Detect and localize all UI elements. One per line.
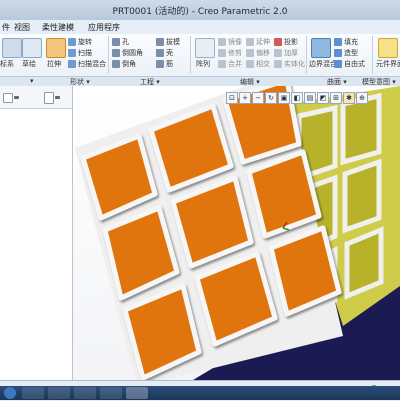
zoom-in-icon[interactable]: + — [239, 92, 251, 104]
graphics-toolbar: ⊡ + − ↻ ▣ ◧ ▤ ◩ ⊞ ✱ ⊕ — [226, 92, 386, 106]
refit-icon[interactable]: ⊡ — [226, 92, 238, 104]
rib-label[interactable]: 筋 — [166, 59, 173, 69]
hole-label[interactable]: 孔 — [122, 37, 129, 47]
separator — [108, 36, 109, 74]
round-label[interactable]: 倒圆角 — [122, 48, 143, 58]
title-bar: PRT0001 (活动的) - Creo Parametric 2.0 — [0, 0, 400, 20]
extend-icon[interactable] — [246, 38, 254, 46]
pattern-label[interactable]: 阵列 — [196, 59, 210, 69]
rib-icon[interactable] — [156, 60, 164, 68]
annotation-display-icon[interactable]: ✱ — [343, 92, 355, 104]
start-button-icon[interactable] — [4, 387, 16, 399]
coord-label: 标系 — [0, 60, 14, 68]
perspective-icon[interactable]: ◩ — [317, 92, 329, 104]
extrude-label: 拉伸 — [47, 60, 61, 68]
dropdown-arrow-icon[interactable] — [55, 96, 60, 99]
offset-icon[interactable] — [246, 49, 254, 57]
mirror-icon[interactable] — [218, 38, 226, 46]
fill-icon[interactable] — [334, 38, 342, 46]
freestyle-label[interactable]: 自由式 — [344, 59, 365, 69]
taskbar-app-creo[interactable] — [126, 387, 148, 399]
intersect-label[interactable]: 相交 — [256, 59, 270, 69]
chamfer-icon[interactable] — [112, 60, 120, 68]
model-tree-toolbar — [0, 86, 72, 109]
tab-view[interactable]: 视图 — [14, 22, 30, 33]
style-icon[interactable] — [334, 49, 342, 57]
group-datum[interactable]: ▾ — [30, 77, 34, 85]
style-label[interactable]: 造型 — [344, 48, 358, 58]
zoom-out-icon[interactable]: − — [252, 92, 264, 104]
spin-center-icon[interactable]: ⊕ — [356, 92, 368, 104]
tab-part[interactable]: 件 — [2, 22, 10, 33]
component-interface-icon[interactable] — [378, 38, 398, 58]
boundary-blend-icon[interactable] — [311, 38, 331, 58]
thicken-label[interactable]: 加厚 — [284, 48, 298, 58]
coordinate-system-icon[interactable] — [2, 38, 22, 58]
freestyle-icon[interactable] — [334, 60, 342, 68]
dropdown-arrow-icon[interactable] — [14, 96, 19, 99]
window-title: PRT0001 (活动的) - Creo Parametric 2.0 — [112, 7, 288, 17]
round-icon[interactable] — [112, 49, 120, 57]
shell-icon[interactable] — [156, 49, 164, 57]
component-interface-label[interactable]: 元件界面 — [376, 59, 400, 69]
sketch-icon[interactable] — [22, 38, 42, 58]
separator — [190, 36, 191, 74]
tab-flexible-modeling[interactable]: 柔性建模 — [42, 22, 74, 33]
separator — [372, 36, 373, 74]
swept-blend-label[interactable]: 扫描混合 — [78, 59, 106, 69]
sweep-icon[interactable] — [68, 49, 76, 57]
intersect-icon[interactable] — [246, 60, 254, 68]
taskbar-app-3[interactable] — [74, 387, 96, 399]
draft-icon[interactable] — [156, 38, 164, 46]
display-style-icon[interactable]: ▣ — [278, 92, 290, 104]
graphics-window[interactable] — [73, 86, 400, 380]
hole-icon[interactable] — [112, 38, 120, 46]
mirror-label[interactable]: 镜像 — [228, 37, 242, 47]
fill-label[interactable]: 填充 — [344, 37, 358, 47]
project-icon[interactable] — [274, 38, 282, 46]
model-tree-icon[interactable] — [3, 93, 13, 103]
swept-blend-icon[interactable] — [68, 60, 76, 68]
separator — [306, 36, 307, 74]
view-manager-icon[interactable]: ▤ — [304, 92, 316, 104]
rubiks-cube-model[interactable] — [73, 86, 400, 380]
revolve-icon[interactable] — [68, 38, 76, 46]
chamfer-label[interactable]: 倒角 — [122, 59, 136, 69]
thicken-icon[interactable] — [274, 49, 282, 57]
shell-label[interactable]: 壳 — [166, 48, 173, 58]
solidify-label[interactable]: 实体化 — [284, 59, 305, 69]
settings-icon[interactable] — [44, 92, 54, 104]
extrude-icon[interactable] — [46, 38, 66, 58]
merge-label[interactable]: 合并 — [228, 59, 242, 69]
trim-label[interactable]: 修剪 — [228, 48, 242, 58]
datum-display-icon[interactable]: ⊞ — [330, 92, 342, 104]
saved-views-icon[interactable]: ◧ — [291, 92, 303, 104]
merge-icon[interactable] — [218, 60, 226, 68]
taskbar — [0, 386, 400, 400]
project-label[interactable]: 投影 — [284, 37, 298, 47]
offset-label[interactable]: 偏移 — [256, 48, 270, 58]
taskbar-app-1[interactable] — [22, 387, 44, 399]
trim-icon[interactable] — [218, 49, 226, 57]
taskbar-app-2[interactable] — [48, 387, 70, 399]
sketch-label: 草绘 — [22, 60, 36, 68]
boundary-blend-label[interactable]: 边界混合 — [309, 59, 337, 69]
taskbar-app-4[interactable] — [100, 387, 122, 399]
extend-label[interactable]: 延伸 — [256, 37, 270, 47]
pattern-icon[interactable] — [195, 38, 215, 58]
menu-bar: 件 视图 柔性建模 应用程序 — [0, 20, 400, 35]
revolve-label[interactable]: 旋转 — [78, 37, 92, 47]
sweep-label[interactable]: 扫描 — [78, 48, 92, 58]
tab-applications[interactable]: 应用程序 — [88, 22, 120, 33]
draft-label[interactable]: 拔模 — [166, 37, 180, 47]
solidify-icon[interactable] — [274, 60, 282, 68]
model-tree-pane — [0, 86, 73, 380]
repaint-icon[interactable]: ↻ — [265, 92, 277, 104]
